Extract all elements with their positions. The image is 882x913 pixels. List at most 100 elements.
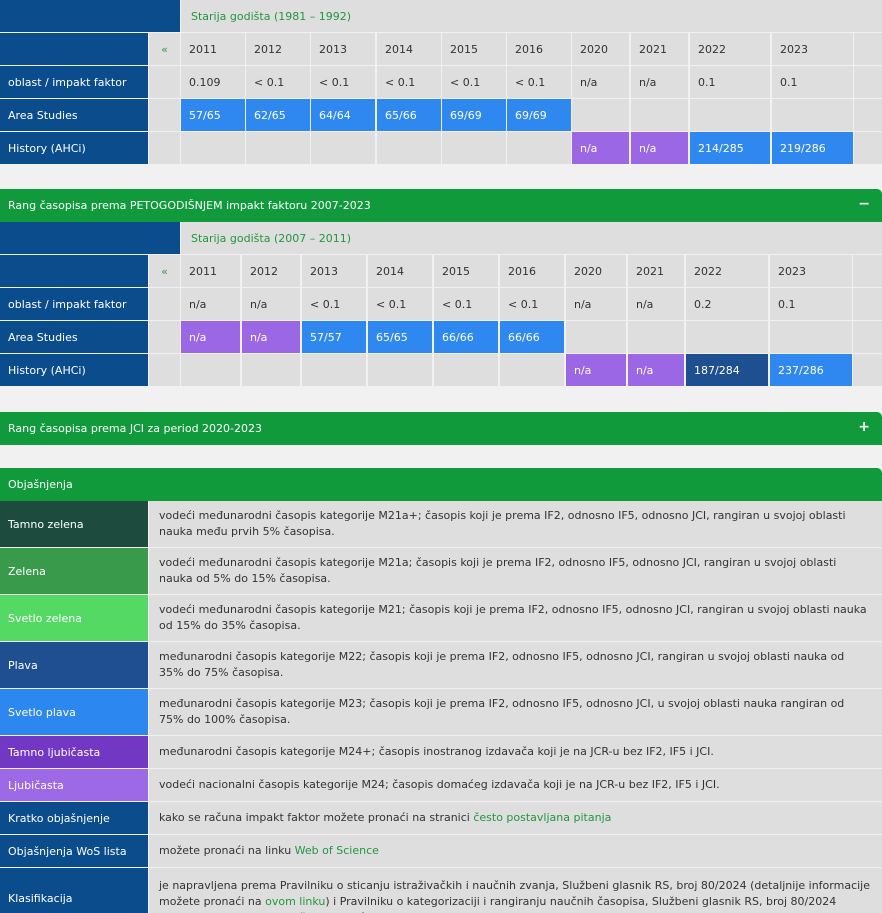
header-spacer <box>0 222 180 254</box>
expand-icon[interactable]: + <box>858 419 870 435</box>
value-cell: < 0.1 <box>442 66 506 98</box>
if5-section-title: Rang časopisa prema PETOGODIŠNJEM impakt… <box>8 199 371 212</box>
value-cell: 62/65 <box>246 99 310 131</box>
value-cell: n/a <box>181 321 240 353</box>
value-cell: < 0.1 <box>507 66 571 98</box>
legend-description: vodeći nacionalni časopis kategorije M24… <box>149 769 882 801</box>
value-cell: n/a <box>242 288 300 320</box>
older-years-arrow[interactable]: « <box>149 33 180 65</box>
legend-row: Kratko objašnjenje kako se računa impakt … <box>0 802 882 834</box>
value-cell: n/a <box>628 354 684 386</box>
history-row: History (AHCi) n/a n/a 187/284 237/286 <box>0 354 882 387</box>
year-header: 2014 <box>368 255 432 287</box>
value-cell: < 0.1 <box>311 66 375 98</box>
legend-text: kako se računa impakt faktor možete pron… <box>159 811 474 825</box>
legend-header: Objašnjenja <box>0 468 882 501</box>
years-label <box>0 33 148 65</box>
legend-row: Ljubičasta vodeći nacionalni časopis kate… <box>0 769 882 801</box>
value-cell <box>311 132 375 164</box>
legend-label: Klasifikacija <box>0 868 148 913</box>
value-cell: 0.1 <box>772 66 853 98</box>
empty-cell <box>149 354 180 386</box>
value-cell <box>368 354 432 386</box>
legend-label: Zelena <box>0 548 148 594</box>
legend-description: možete pronaći na linku Web of Science <box>149 835 882 867</box>
value-cell <box>566 321 626 353</box>
value-cell <box>854 99 882 131</box>
value-cell <box>853 354 882 386</box>
value-cell <box>377 132 441 164</box>
empty-cell <box>149 132 180 164</box>
year-header: 2020 <box>572 33 629 65</box>
year-header: 2023 <box>770 255 852 287</box>
if-row-label: oblast / impakt faktor <box>0 66 148 98</box>
if-row-label: oblast / impakt faktor <box>0 288 148 320</box>
value-cell: < 0.1 <box>368 288 432 320</box>
year-header: 2020 <box>566 255 626 287</box>
value-cell: < 0.1 <box>246 66 310 98</box>
section-subtitle: Starija godišta (1981 – 1992) <box>181 0 882 32</box>
value-cell: 66/66 <box>434 321 498 353</box>
legend-description: vodeći međunarodni časopis kategorije M2… <box>149 501 882 547</box>
legend-description: je napravljena prema Pravilniku o stican… <box>149 868 882 913</box>
legend-description: međunarodni časopis kategorije M24+; čas… <box>149 736 882 768</box>
year-header: 2015 <box>434 255 498 287</box>
value-cell: 69/69 <box>507 99 571 131</box>
section-subtitle: Starija godišta (2007 – 2011) <box>181 222 882 254</box>
legend-row: Klasifikacija je napravljena prema Pravil… <box>0 868 882 913</box>
if-row: oblast / impakt faktor 0.109 < 0.1 < 0.1 < … <box>0 66 882 99</box>
value-cell: n/a <box>566 354 626 386</box>
year-header: 2016 <box>500 255 564 287</box>
legend-text: međunarodni časopis kategorije M23; časo… <box>159 697 845 726</box>
value-cell: < 0.1 <box>434 288 498 320</box>
if5-section-header[interactable]: Rang časopisa prema PETOGODIŠNJEM impakt… <box>0 189 882 222</box>
year-header: 2013 <box>311 33 375 65</box>
value-cell <box>770 321 852 353</box>
legend-text: možete pronaći na linku <box>159 844 295 858</box>
year-header: 2022 <box>686 255 768 287</box>
legend-description: međunarodni časopis kategorije M22; časo… <box>149 642 882 688</box>
section-if2: Starija godišta (1981 – 1992) « 2011 2012… <box>0 0 882 165</box>
value-cell: < 0.1 <box>377 66 441 98</box>
value-cell: n/a <box>628 288 684 320</box>
legend-label: Plava <box>0 642 148 688</box>
year-header: 2023 <box>772 33 853 65</box>
legend-link[interactable]: Web of Science <box>295 844 379 857</box>
older-years-arrow[interactable]: « <box>149 255 180 287</box>
jci-section-header[interactable]: Rang časopisa prema JCI za period 2020-2… <box>0 412 882 445</box>
year-header: 2016 <box>507 33 571 65</box>
collapse-icon[interactable]: − <box>858 196 870 212</box>
if-row: oblast / impakt faktor n/a n/a < 0.1 < 0.1 <… <box>0 288 882 321</box>
value-cell: 65/65 <box>368 321 432 353</box>
legend-description: međunarodni časopis kategorije M23; časo… <box>149 689 882 735</box>
years-label <box>0 255 148 287</box>
legend-link[interactable]: ovom linku <box>265 895 325 908</box>
legend-label: Objašnjenja WoS lista <box>0 835 148 867</box>
header-spacer <box>0 0 180 32</box>
value-cell: 57/57 <box>302 321 366 353</box>
value-cell: 65/66 <box>377 99 441 131</box>
years-row: « 2011 2012 2013 2014 2015 2016 2020 2021 2022 20… <box>0 33 882 66</box>
history-row-label: History (AHCi) <box>0 354 148 386</box>
year-header: 2012 <box>242 255 300 287</box>
year-header: 2011 <box>181 33 245 65</box>
legend-row: Zelena vodeći međunarodni časopis kategor… <box>0 548 882 594</box>
value-cell <box>442 132 506 164</box>
year-header <box>854 33 882 65</box>
section-if5: Starija godišta (2007 – 2011) « 2011 2012… <box>0 222 882 387</box>
legend-description: vodeći međunarodni časopis kategorije M2… <box>149 595 882 641</box>
legend-text: međunarodni časopis kategorije M22; časo… <box>159 650 845 679</box>
value-cell <box>853 288 882 320</box>
legend-label: Kratko objašnjenje <box>0 802 148 834</box>
empty-cell <box>149 288 180 320</box>
legend-text: vodeći međunarodni časopis kategorije M2… <box>159 603 867 632</box>
area-row-label: Area Studies <box>0 99 148 131</box>
legend-row: Objašnjenja WoS lista možete pronaći na l… <box>0 835 882 867</box>
value-cell <box>181 132 245 164</box>
year-header <box>853 255 882 287</box>
value-cell: n/a <box>631 132 688 164</box>
value-cell <box>628 321 684 353</box>
year-header: 2011 <box>181 255 240 287</box>
legend-link[interactable]: često postavljana pitanja <box>473 811 611 824</box>
jci-section-title: Rang časopisa prema JCI za period 2020-2… <box>8 422 263 435</box>
